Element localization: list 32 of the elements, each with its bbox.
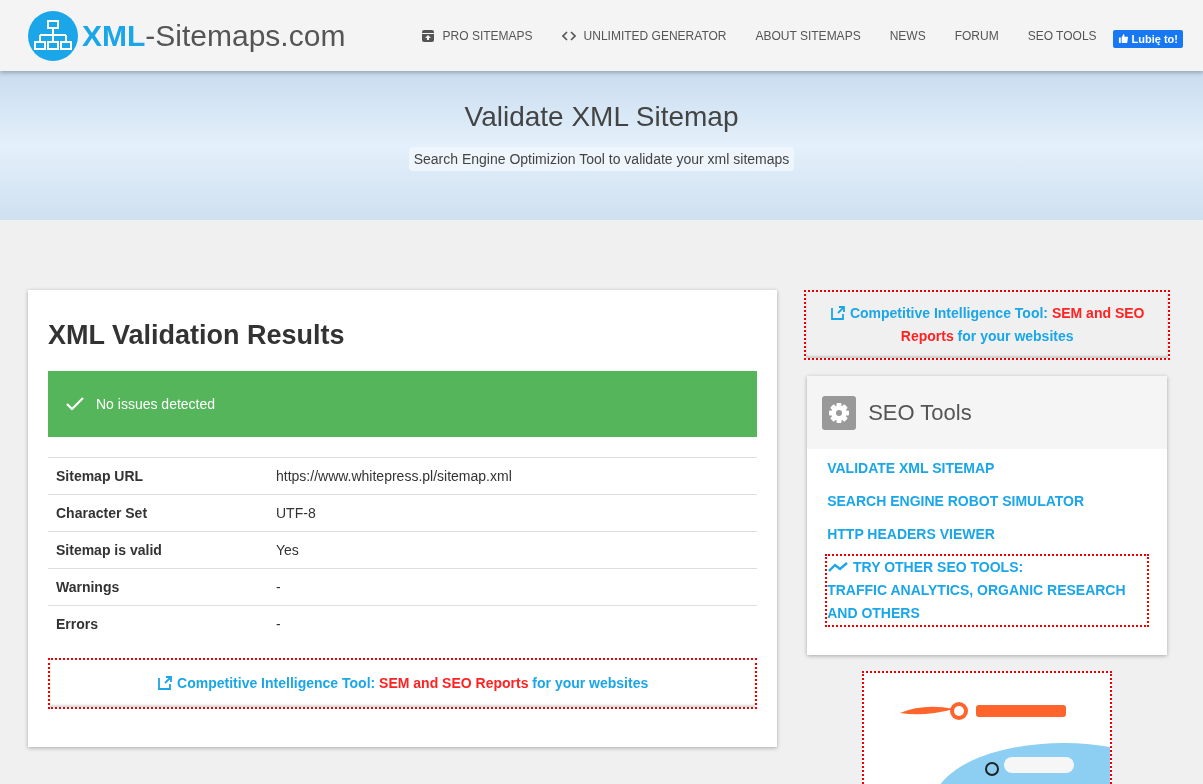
nav-link[interactable]: UNLIMITED GENERATOR [561,28,727,43]
field-value: - [268,605,758,642]
field-label: Character Set [48,494,268,532]
thumbs-up-icon [1117,33,1129,44]
panel-title: SEO Tools [868,399,972,426]
status-text: No issues detected [96,396,216,412]
like-button[interactable]: Lubię to! [1112,29,1183,48]
nav-link[interactable]: FORUM [954,28,999,43]
external-link-icon [829,305,846,321]
field-value: https://www.whitepress.pl/sitemap.xml [268,457,758,495]
field-label: Sitemap URL [48,457,268,495]
check-icon [66,396,84,412]
field-value: - [268,568,758,606]
code-icon [561,28,576,43]
field-value: UTF-8 [268,494,758,532]
site-logo-text[interactable]: XML-Sitemaps.com [82,18,346,53]
nav-link[interactable]: SEO TOOLS [1027,28,1097,43]
nav-link[interactable]: ABOUT SITEMAPS [755,28,861,43]
field-label: Sitemap is valid [48,531,268,569]
page-title: Validate XML Sitemap [464,101,739,133]
settings-icon [822,395,857,430]
nav-link[interactable]: PRO SITEMAPS [420,28,533,43]
nav-link[interactable]: NEWS [889,28,926,43]
archive-icon [420,28,435,43]
field-label: Errors [48,605,268,642]
field-value: Yes [268,531,758,569]
page-subtitle: Search Engine Optimizion Tool to validate your xml sitemaps [408,147,795,171]
external-link-icon [157,675,174,691]
trend-icon [827,561,850,573]
results-title: XML Validation Results [48,320,346,351]
sitemap-logo-icon [28,10,78,61]
field-label: Warnings [48,568,268,606]
